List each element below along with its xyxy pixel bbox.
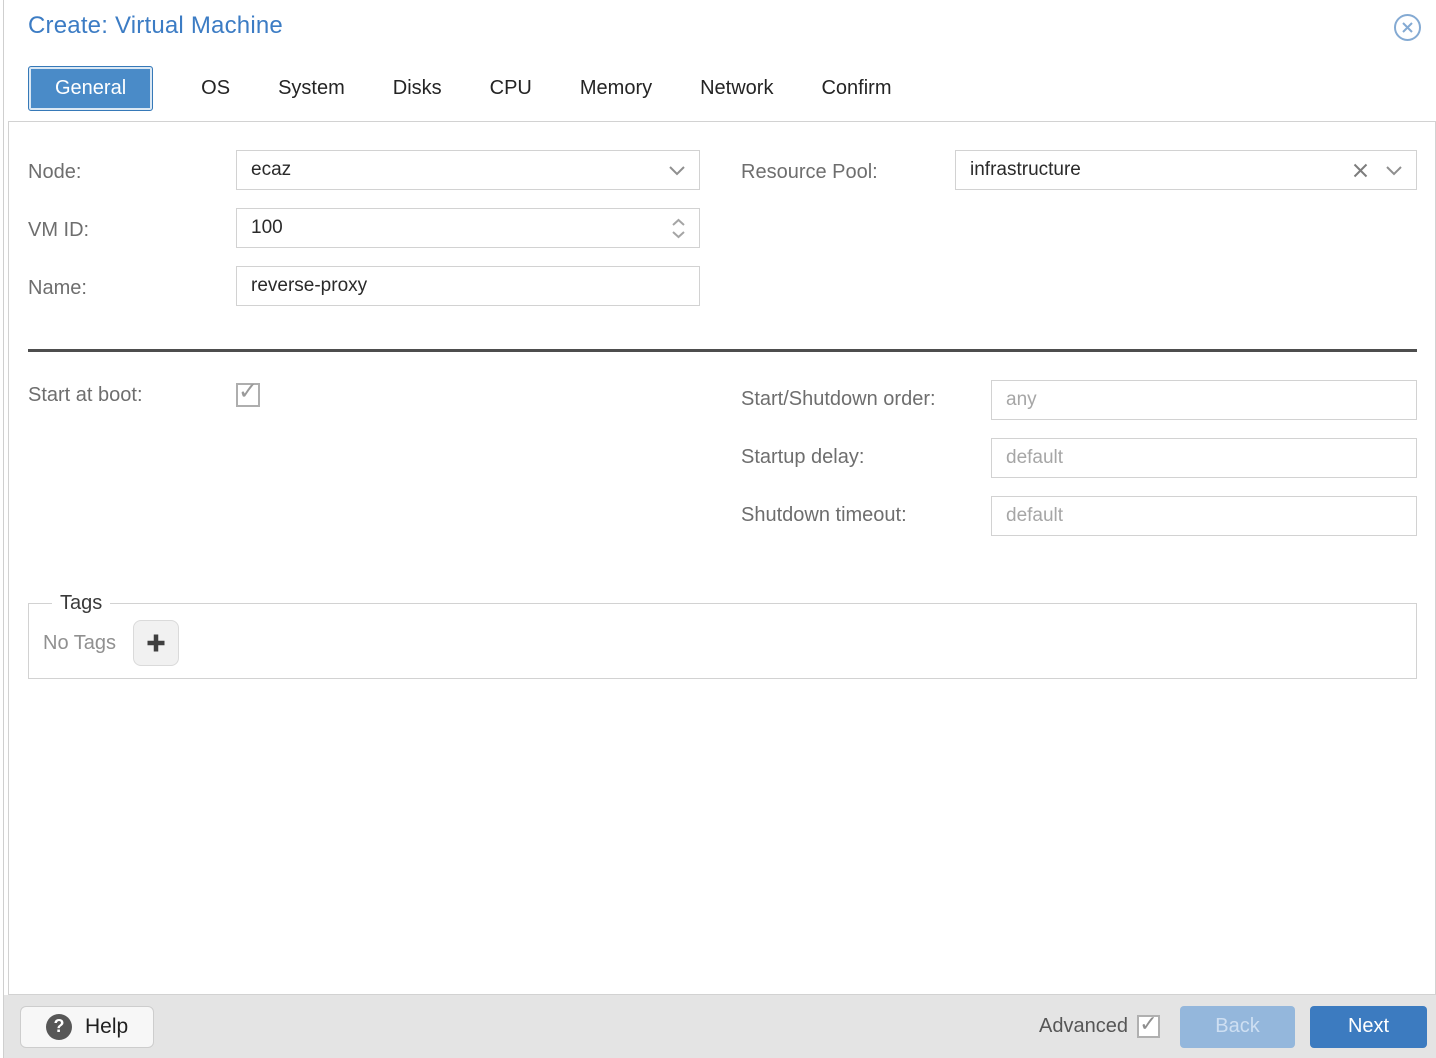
resource-pool-combo[interactable] [955,150,1417,190]
dialog-title: Create: Virtual Machine [28,12,283,40]
tab-cpu[interactable]: CPU [490,77,532,100]
tags-legend: Tags [52,592,110,615]
back-button[interactable]: Back [1180,1006,1295,1048]
plus-icon [145,632,167,654]
startup-delay-input[interactable] [992,439,1416,477]
tab-confirm[interactable]: Confirm [821,77,891,100]
shutdown-timeout-row: Shutdown timeout: [741,496,1417,536]
tab-os[interactable]: OS [201,77,230,100]
help-button[interactable]: ? Help [20,1006,154,1048]
startup-delay-label: Startup delay: [741,438,991,472]
resource-pool-input[interactable] [956,151,1352,189]
shutdown-timeout-field[interactable] [991,496,1417,536]
tab-disks[interactable]: Disks [393,77,442,100]
spinner-up-icon[interactable] [671,218,686,227]
dialog-toolbar: ? Help Advanced ✓ Back Next [4,995,1436,1058]
vmid-label: VM ID: [28,211,236,245]
shutdown-timeout-label: Shutdown timeout: [741,496,991,530]
startup-delay-field[interactable] [991,438,1417,478]
spinner-down-icon[interactable] [671,230,686,239]
vmid-spinner[interactable] [236,208,700,248]
close-icon[interactable] [1393,13,1422,42]
vmid-input[interactable] [237,209,671,247]
advanced-label: Advanced [1039,1015,1128,1038]
vmid-row: VM ID: [28,208,700,248]
create-vm-dialog: Create: Virtual Machine General OS Syste… [0,0,1436,1058]
resource-pool-label: Resource Pool: [741,153,955,187]
start-at-boot-checkbox[interactable]: ✓ [236,383,260,407]
dialog-titlebar: Create: Virtual Machine [0,0,1436,42]
help-icon: ? [46,1014,72,1040]
resource-pool-row: Resource Pool: [741,150,1417,190]
name-row: Name: [28,266,700,306]
wizard-tabbar: General OS System Disks CPU Memory Netwo… [28,66,1436,110]
window-left-border [3,0,4,1058]
add-tag-button[interactable] [133,620,179,666]
tab-memory[interactable]: Memory [580,77,652,100]
advanced-checkbox[interactable]: ✓ [1137,1015,1160,1038]
node-row: Node: [28,150,700,190]
startup-order-input[interactable] [992,381,1416,419]
startup-order-label: Start/Shutdown order: [741,380,991,414]
shutdown-timeout-input[interactable] [992,497,1416,535]
node-label: Node: [28,153,236,187]
startup-section: Start at boot: ✓ Start/Shutdown order: S… [28,380,1417,554]
form-body: Node: VM ID: [8,121,1436,995]
name-field[interactable] [236,266,700,306]
checkmark-icon: ✓ [1139,1013,1157,1035]
node-combo[interactable] [236,150,700,190]
tags-fieldset: Tags No Tags [28,592,1417,679]
no-tags-text: No Tags [43,632,116,655]
checkmark-icon: ✓ [238,380,258,404]
node-input[interactable] [237,151,668,189]
name-label: Name: [28,269,236,303]
chevron-down-icon[interactable] [1385,165,1403,176]
startup-order-field[interactable] [991,380,1417,420]
next-button[interactable]: Next [1310,1006,1427,1048]
start-at-boot-row: Start at boot: ✓ [28,380,700,410]
chevron-down-icon[interactable] [668,165,686,176]
tab-general[interactable]: General [28,66,153,111]
tab-network[interactable]: Network [700,77,773,100]
startup-delay-row: Startup delay: [741,438,1417,478]
name-input[interactable] [237,267,699,305]
tab-system[interactable]: System [278,77,345,100]
help-button-label: Help [85,1015,128,1039]
section-divider [28,349,1417,352]
top-section: Node: VM ID: [28,150,1417,324]
startup-order-row: Start/Shutdown order: [741,380,1417,420]
start-at-boot-label: Start at boot: [28,380,236,410]
clear-icon[interactable] [1352,162,1369,179]
